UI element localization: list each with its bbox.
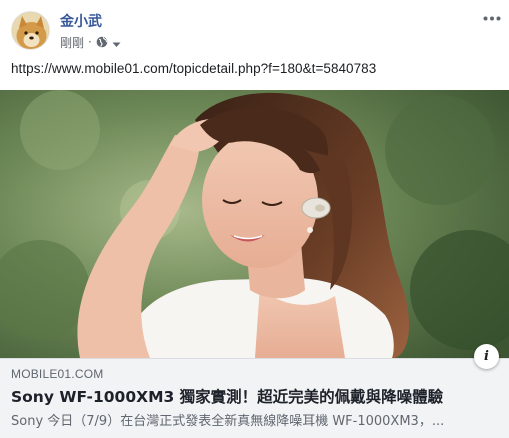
info-icon[interactable]: i [474, 344, 499, 369]
author-name[interactable]: 金小武 [60, 11, 102, 31]
facebook-post: 金小武 剛剛 · https://www.mobile01.com/topicd… [0, 0, 509, 438]
meta-separator: · [88, 35, 92, 49]
post-meta: 剛剛 · [60, 34, 121, 50]
globe-icon[interactable] [96, 36, 108, 48]
preview-domain: MOBILE01.COM [11, 367, 104, 381]
post-link-text[interactable]: https://www.mobile01.com/topicdetail.php… [11, 61, 376, 76]
author-avatar[interactable] [11, 11, 50, 50]
more-options-button[interactable] [481, 10, 503, 26]
post-header: 金小武 剛剛 · [0, 0, 509, 56]
preview-title[interactable]: Sony WF-1000XM3 獨家實測！超近完美的佩戴與降噪體驗 [11, 385, 501, 407]
link-preview-footer[interactable]: MOBILE01.COM Sony WF-1000XM3 獨家實測！超近完美的佩… [0, 358, 509, 438]
woman-with-earbuds-photo [0, 90, 509, 358]
preview-image[interactable] [0, 90, 509, 358]
link-preview-card[interactable]: MOBILE01.COM Sony WF-1000XM3 獨家實測！超近完美的佩… [0, 90, 509, 438]
ellipsis-icon [483, 16, 501, 20]
doge-avatar-icon [12, 12, 49, 49]
privacy-dropdown-icon[interactable] [112, 38, 121, 47]
post-timestamp[interactable]: 剛剛 [60, 34, 84, 51]
info-icon-label: i [484, 349, 489, 364]
preview-description: Sony 今日（7/9）在台灣正式發表全新真無線降噪耳機 WF-1000XM3，… [11, 414, 445, 429]
